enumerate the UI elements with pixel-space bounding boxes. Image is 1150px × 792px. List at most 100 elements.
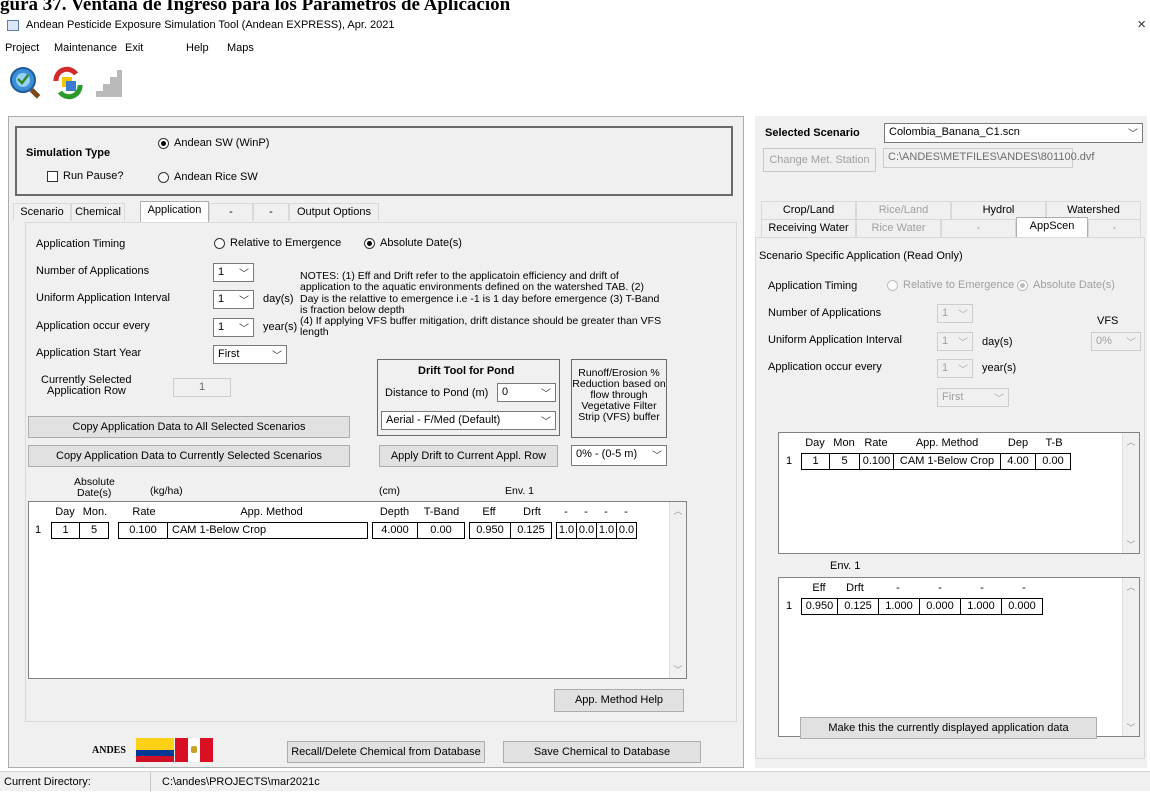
cell-env-4[interactable]: 0.0 <box>616 522 637 539</box>
rs-num-apps-label: Number of Applications <box>768 307 882 319</box>
rs-cell-dep: 4.00 <box>1000 453 1036 470</box>
every-select[interactable]: 1 ﹀ <box>213 318 254 337</box>
rs-grid1-scrollbar[interactable]: ︿ ﹀ <box>1122 433 1139 553</box>
cell-tband[interactable]: 0.00 <box>417 522 465 539</box>
rs-interval-select: 1 ﹀ <box>937 332 973 351</box>
rs-col-b1: - <box>896 582 900 594</box>
scenario-select[interactable]: Colombia_Banana_C1.scn ﹀ <box>884 123 1143 143</box>
change-met-station-button[interactable]: Change Met. Station <box>763 148 876 172</box>
tab-scenario[interactable]: Scenario <box>13 203 71 221</box>
start-year-select[interactable]: First ﹀ <box>213 345 287 364</box>
menu-maps[interactable]: Maps <box>227 42 254 54</box>
tab-crop-land[interactable]: Crop/Land <box>761 201 856 219</box>
tab-chemical[interactable]: Chemical <box>71 203 125 221</box>
cell-method[interactable]: CAM 1-Below Crop <box>167 522 368 539</box>
menu-help[interactable]: Help <box>186 42 209 54</box>
tab-output-options[interactable]: Output Options <box>289 203 379 221</box>
tab-blank-1[interactable]: - <box>209 203 253 221</box>
tab-application[interactable]: Application <box>140 201 209 222</box>
make-current-button[interactable]: Make this the currently displayed applic… <box>800 717 1097 739</box>
window-title: Andean Pesticide Exposure Simulation Too… <box>26 19 395 31</box>
menu-maintenance[interactable]: Maintenance <box>54 42 117 54</box>
appscen-title: Scenario Specific Application (Read Only… <box>759 250 963 262</box>
col-header-drft: Drft <box>523 506 541 518</box>
radio-andean-rice[interactable] <box>158 172 169 183</box>
cell-mon[interactable]: 5 <box>79 522 109 539</box>
timing-label: Application Timing <box>36 238 126 250</box>
appscen-tab-page: Scenario Specific Application (Read Only… <box>755 237 1145 759</box>
col-header-blank-3: - <box>604 506 608 518</box>
app-method-help-button[interactable]: App. Method Help <box>554 689 684 712</box>
rs-application-grid[interactable]: Day Mon Rate App. Method Dep T-B 1 1 5 0… <box>778 432 1140 554</box>
radio-absolute-dates[interactable] <box>364 238 375 249</box>
rs-cell-b2: 0.000 <box>919 598 961 615</box>
drift-method-select[interactable]: Aerial - F/Med (Default) ﹀ <box>381 411 556 430</box>
close-icon[interactable]: × <box>1137 16 1146 33</box>
rs-col-b2: - <box>938 582 942 594</box>
radio-andean-sw[interactable] <box>158 138 169 149</box>
interval-select[interactable]: 1 ﹀ <box>213 290 254 309</box>
rs-env-grid[interactable]: Eff Drft - - - - 1 0.950 0.125 1.000 0.0… <box>778 577 1140 737</box>
tab-receiving-water[interactable]: Receiving Water <box>761 219 856 237</box>
run-pause-checkbox[interactable] <box>47 171 58 182</box>
rs-every-label: Application occur every <box>768 361 882 373</box>
refresh-icon[interactable] <box>50 65 86 101</box>
menu-exit[interactable]: Exit <box>125 42 143 54</box>
grid-scrollbar[interactable]: ︿ ﹀ <box>669 502 686 678</box>
save-chemical-button[interactable]: Save Chemical to Database <box>503 741 701 763</box>
distance-select[interactable]: 0 ﹀ <box>497 383 556 402</box>
app-icon <box>7 20 19 31</box>
vfs-reduction-select[interactable]: 0% - (0-5 m) ﹀ <box>571 445 667 466</box>
cell-depth[interactable]: 4.000 <box>372 522 418 539</box>
menu-project[interactable]: Project <box>5 42 39 54</box>
cell-env-1[interactable]: 1.0 <box>556 522 577 539</box>
tab-rice-land[interactable]: Rice/Land <box>856 201 951 219</box>
rs-interval-unit: day(s) <box>982 336 1013 348</box>
copy-all-scenarios-button[interactable]: Copy Application Data to All Selected Sc… <box>28 416 350 438</box>
run-pause-label: Run Pause? <box>63 170 124 182</box>
cell-drft[interactable]: 0.125 <box>510 522 552 539</box>
scroll-down-icon[interactable]: ﹀ <box>1123 721 1139 734</box>
scroll-up-icon[interactable]: ︿ <box>670 504 686 517</box>
application-grid[interactable]: Day Mon. Rate App. Method Depth T-Band E… <box>28 501 687 679</box>
rs-row-index: 1 <box>785 455 793 467</box>
cell-rate[interactable]: 0.100 <box>118 522 168 539</box>
rs-cell-mon: 5 <box>829 453 860 470</box>
tab-blank-r1[interactable]: - <box>941 219 1016 237</box>
rs-timing-label: Application Timing <box>768 280 858 292</box>
cell-env-2[interactable]: 0.0 <box>576 522 597 539</box>
env-label: Env. 1 <box>505 485 534 497</box>
scroll-up-icon[interactable]: ︿ <box>1123 435 1139 448</box>
tab-blank-2[interactable]: - <box>253 203 289 221</box>
cell-env-3[interactable]: 1.0 <box>596 522 617 539</box>
status-divider <box>150 772 151 792</box>
tab-rice-water[interactable]: Rice Water <box>856 219 941 237</box>
scroll-down-icon[interactable]: ﹀ <box>670 663 686 676</box>
relative-emergence-label: Relative to Emergence <box>230 237 342 249</box>
copy-current-scenarios-button[interactable]: Copy Application Data to Currently Selec… <box>28 445 350 467</box>
rs-vfs-label: VFS <box>1097 315 1119 327</box>
col-header-depth: Depth <box>379 506 410 518</box>
scroll-down-icon[interactable]: ﹀ <box>1123 538 1139 551</box>
absolute-dates-label: Absolute Date(s) <box>380 237 462 249</box>
tab-appscen[interactable]: AppScen <box>1016 217 1088 238</box>
met-station-path: C:\ANDES\METFILES\ANDES\801100.dvf <box>883 148 1094 168</box>
col-header-day: Day <box>55 506 75 518</box>
cell-day[interactable]: 1 <box>51 522 80 539</box>
apply-drift-button[interactable]: Apply Drift to Current Appl. Row <box>379 445 558 467</box>
cell-eff[interactable]: 0.950 <box>469 522 511 539</box>
search-run-icon[interactable] <box>8 65 42 99</box>
recall-delete-chemical-button[interactable]: Recall/Delete Chemical from Database <box>287 741 485 763</box>
radio-relative-emergence[interactable] <box>214 238 225 249</box>
right-panel: Selected Scenario Colombia_Banana_C1.scn… <box>755 116 1147 768</box>
rs-cell-method: CAM 1-Below Crop <box>893 453 1001 470</box>
rs-grid2-scrollbar[interactable]: ︿ ﹀ <box>1122 578 1139 736</box>
interval-unit: day(s) <box>263 293 294 305</box>
scroll-up-icon[interactable]: ︿ <box>1123 580 1139 593</box>
rs-cell-b1: 1.000 <box>878 598 920 615</box>
num-apps-select[interactable]: 1 ﹀ <box>213 263 254 282</box>
num-apps-label: Number of Applications <box>36 265 150 277</box>
kgha-label: (kg/ha) <box>150 485 183 497</box>
andean-sw-label: Andean SW (WinP) <box>174 137 270 149</box>
tab-blank-r2[interactable]: - <box>1088 219 1141 237</box>
